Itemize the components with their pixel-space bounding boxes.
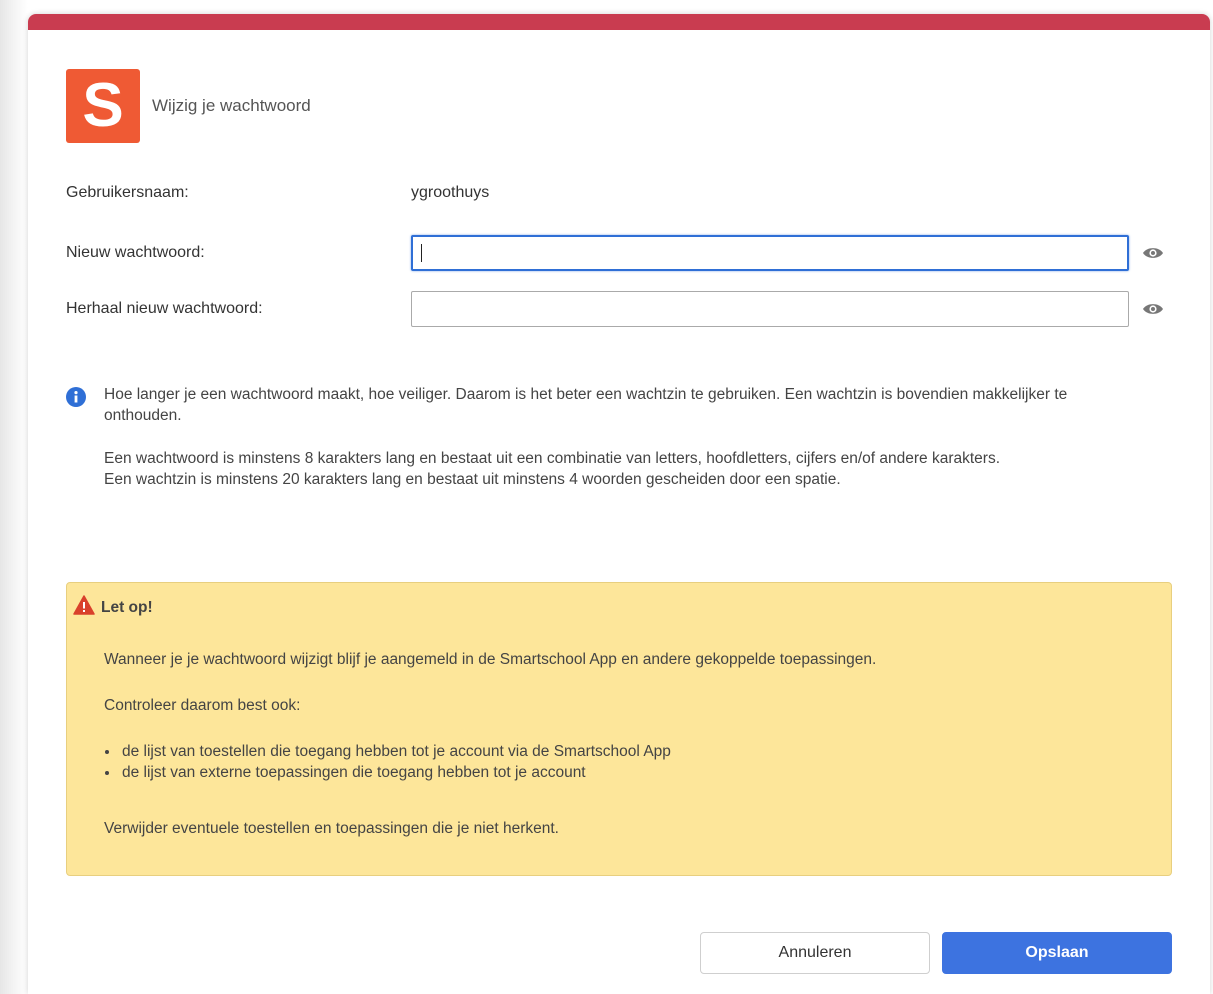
warning-text-1: Wanneer je je wachtwoord wijzigt blijf j… [104,651,877,668]
dialog-title: Wijzig je wachtwoord [152,96,311,115]
show-repeat-password-eye-icon[interactable] [1141,297,1165,321]
warning-list: de lijst van toestellen die toegang hebb… [104,741,671,783]
warning-text-3: Verwijder eventuele toestellen en toepas… [104,820,559,837]
warning-title: Let op! [101,598,153,616]
new-password-input[interactable] [411,235,1129,271]
new-password-label: Nieuw wachtwoord: [66,244,205,261]
warning-list-item: de lijst van toestellen die toegang hebb… [120,741,671,762]
password-info: Hoe langer je een wachtwoord maakt, hoe … [66,384,1126,490]
change-password-dialog: S Wijzig je wachtwoord Gebruikersnaam: y… [28,14,1210,994]
repeat-password-label: Herhaal nieuw wachtwoord: [66,300,263,317]
info-paragraph-2: Een wachtwoord is minstens 8 karakters l… [104,450,1001,467]
text-caret [421,244,422,262]
show-password-eye-icon[interactable] [1141,241,1165,265]
warning-box: Let op! Wanneer je je wachtwoord wijzigt… [66,582,1172,876]
info-icon [66,387,86,413]
repeat-password-input[interactable] [411,291,1129,327]
username-row: Gebruikersnaam: ygroothuys [66,184,489,202]
new-password-row: Nieuw wachtwoord: [66,235,1165,271]
repeat-password-row: Herhaal nieuw wachtwoord: [66,291,1165,327]
username-value: ygroothuys [411,184,490,201]
warning-text-2: Controleer daarom best ook: [104,697,301,714]
info-paragraph-1: Hoe langer je een wachtwoord maakt, hoe … [104,386,1068,424]
warning-heading: Let op! [73,595,153,620]
save-button[interactable]: Opslaan [942,932,1172,974]
smartschool-logo: S [66,69,140,143]
cancel-button[interactable]: Annuleren [700,932,930,974]
info-paragraph-3: Een wachtzin is minstens 20 karakters la… [104,471,841,488]
username-label: Gebruikersnaam: [66,184,189,201]
dialog-top-bar [28,14,1210,30]
warning-list-item: de lijst van externe toepassingen die to… [120,762,671,783]
dialog-header: S Wijzig je wachtwoord [66,69,311,143]
warning-icon [73,595,95,620]
